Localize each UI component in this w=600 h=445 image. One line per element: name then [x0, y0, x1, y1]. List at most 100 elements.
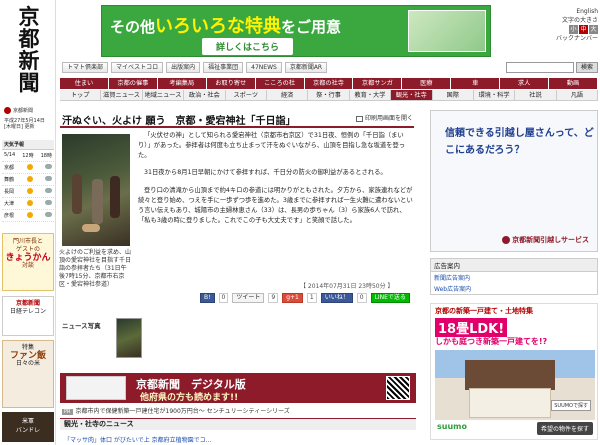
article-timestamp: 【 2014年07月31日 23時50分 】 [300, 283, 394, 290]
sidebar-ad-kyokan[interactable]: 門川市長と ゲストの きょうかん 対談 [2, 233, 54, 291]
english-link[interactable]: English [520, 7, 598, 16]
qr-code [386, 376, 410, 400]
figure [110, 176, 120, 218]
sun-icon [26, 176, 33, 182]
digital-edition-banner[interactable]: 京都新聞 デジタル版 他府県の方も読めます!! [60, 373, 416, 403]
ad-line: 日経テレコン [9, 308, 46, 315]
line-share-button[interactable]: LINEで送る [370, 293, 410, 303]
photo-caption: 火よけのご利益を求め、山頂の愛宕神社を目指す千日詣の参拝者たち（31日午後7時1… [59, 249, 132, 288]
gplus-count: 1 [306, 293, 317, 303]
font-size-small-button[interactable]: 小 [569, 25, 578, 34]
suumo-search-button[interactable]: 希望の物件を探す [536, 422, 593, 435]
pr-tag: PR [62, 409, 73, 415]
weather-row: 舞鶴 [2, 174, 54, 186]
backnumber-link[interactable]: バックナンバー [520, 34, 598, 43]
util-link[interactable]: 福祉事業団 [203, 61, 244, 73]
nav-tab[interactable]: 教育・大学 [349, 90, 392, 101]
ad-big: ファン飯 [9, 351, 46, 361]
left-sidebar: 京都新聞 京都新聞 平成27年5月14日 [木曜日] 更新 天気予報 5/14 … [0, 0, 56, 445]
facebook-like-button[interactable]: いいね！ [320, 293, 353, 303]
nav-tab-active[interactable]: 観光・社寺 [391, 90, 433, 101]
util-link[interactable]: マイベストコロ [111, 61, 164, 73]
nav-tab[interactable]: 国際 [432, 90, 474, 101]
hatena-count: 0 [218, 293, 229, 303]
banner-cta-button[interactable]: 詳しくはこちら [202, 38, 294, 55]
news-photo-thumbnail[interactable] [116, 318, 142, 358]
sidebar-ad-bottom[interactable]: 米軍 バンドレ [2, 412, 54, 442]
nav-item[interactable]: 住まい [60, 78, 109, 89]
cloud-icon [44, 212, 52, 217]
weather-row: 彦根 [2, 210, 54, 222]
ad-guide-link[interactable]: Web広告案内 [431, 283, 597, 294]
nav-tab[interactable]: スポーツ [225, 90, 267, 101]
nav-item[interactable]: 京都の社寺 [304, 78, 354, 89]
printer-icon [356, 115, 363, 122]
weather-widget[interactable]: 天気予報 5/14 12時 18時 京都 舞鶴 長岡 大津 彦根 [2, 140, 54, 230]
nav-tab[interactable]: 滋賀ニュース [101, 90, 143, 101]
search-input[interactable] [505, 61, 574, 73]
top-ad-banner[interactable]: その他いろいろな特典をご用意 詳しくはこちら [101, 5, 491, 57]
house-wall [469, 388, 551, 418]
nav-tab[interactable]: 経済 [266, 90, 309, 101]
gplus-button[interactable]: g+1 [282, 293, 303, 303]
weather-row: 大津 [2, 198, 54, 210]
nav-tab[interactable]: トップ [60, 90, 102, 101]
weather-head: 5/14 12時 18時 [2, 150, 54, 162]
suumo-heading: 京都の新築一戸建て・土地特集 [435, 307, 533, 315]
weather-city: 大津 [4, 201, 15, 207]
util-link[interactable]: 出版案内 [166, 61, 201, 73]
nav-item[interactable]: 動画 [549, 78, 598, 89]
nav-item[interactable]: 車 [451, 78, 501, 89]
article-paragraph: 31日夜から8月1日早朝にかけて参拝すれば、千日分の防火の御利益があるとされる。 [144, 169, 387, 177]
article-paragraph: 登り口の清滝から山頂まで約4キロの参道には明かりがともされた。夕方から、家族連れ… [138, 187, 413, 224]
nav-item[interactable]: 京都サンガ [353, 78, 403, 89]
article-photo[interactable] [62, 134, 130, 246]
nav-tab[interactable]: 凡語 [556, 90, 599, 101]
moving-service-ad[interactable]: 信頼できる引越し屋さんって、どこにあるだろう？ 京都新聞引越しサービス [430, 110, 598, 252]
nav-item[interactable]: こころの杜 [255, 78, 305, 89]
nav-tab[interactable]: 地域ニュース [142, 90, 185, 101]
ad-logo: 京都新聞引越しサービス [502, 235, 589, 245]
kyoto-shimbun-logo[interactable]: 京都新聞 [10, 6, 48, 94]
print-label: 印刷用画面を開く [365, 115, 414, 122]
device-image [66, 376, 126, 400]
util-link[interactable]: 47NEWS [246, 61, 282, 73]
print-link[interactable]: 印刷用画面を開く [356, 113, 413, 122]
section-header: 観光・社寺のニュース [60, 418, 416, 430]
util-link[interactable]: トマト倶楽部 [62, 61, 109, 73]
weather-18: 18時 [40, 153, 52, 159]
font-size-large-button[interactable]: 大 [589, 25, 598, 34]
weather-city: 舞鶴 [4, 177, 15, 183]
ad-guide-link[interactable]: 新聞広告案内 [431, 272, 597, 283]
ad-guide: 広告案内 新聞広告案内 Web広告案内 [430, 258, 598, 295]
nav-item[interactable]: 京都の催事 [108, 78, 158, 89]
tweet-button[interactable]: ツイート [232, 293, 265, 303]
nav-tab[interactable]: 政治・社会 [184, 90, 226, 101]
nav-tab[interactable]: 環境・科学 [473, 90, 516, 101]
sidebar-ad-telecom[interactable]: 京都新聞 日経テレコン [2, 296, 54, 336]
nav-item[interactable]: お取り寄せ [206, 78, 256, 89]
weather-title: 天気予報 [2, 140, 54, 150]
ad-logo-text: 京都新聞引越しサービス [512, 236, 589, 244]
nav-tab[interactable]: 社説 [515, 90, 557, 101]
section-news-link[interactable]: 「マッサ肉」体口 がびたいで上 京都府立植物園でコ... [64, 435, 211, 444]
weather-12: 12時 [22, 153, 34, 159]
nav-item[interactable]: 医療 [402, 78, 452, 89]
font-size-medium-button[interactable]: 中 [579, 25, 588, 34]
suumo-ad[interactable]: 京都の新築一戸建て・土地特集 18畳LDK! しかも庭つき新築一戸建てを!? S… [430, 303, 598, 440]
title-divider [60, 126, 414, 128]
suumo-badge: SUUMOで探す [551, 400, 591, 411]
banner-headline: その他いろいろな特典をご用意 [110, 12, 341, 38]
util-link[interactable]: 京都新聞AR [284, 61, 328, 73]
cloud-icon [44, 176, 52, 181]
pr-line[interactable]: PR 京都市内で保健新築一戸建住宅が1900万円台～ センチュリーシティーシリーズ [62, 406, 416, 415]
banner-highlight: いろいろな特典 [155, 16, 282, 37]
nav-item[interactable]: 考編集局 [157, 78, 207, 89]
sidebar-ad-feature[interactable]: 特集 ファン飯 日々の米 [2, 340, 54, 408]
hatena-bookmark-button[interactable]: B! [200, 293, 215, 303]
cloud-icon [44, 200, 52, 205]
nav-item[interactable]: 求人 [500, 78, 550, 89]
search-button[interactable]: 検索 [575, 61, 598, 73]
nav-tab[interactable]: 祭・行事 [308, 90, 350, 101]
article-paragraph: 「火伏せの神」として知られる愛宕神社（京都市右京区）で31日夜、恒例の「千日詣（… [138, 132, 406, 159]
